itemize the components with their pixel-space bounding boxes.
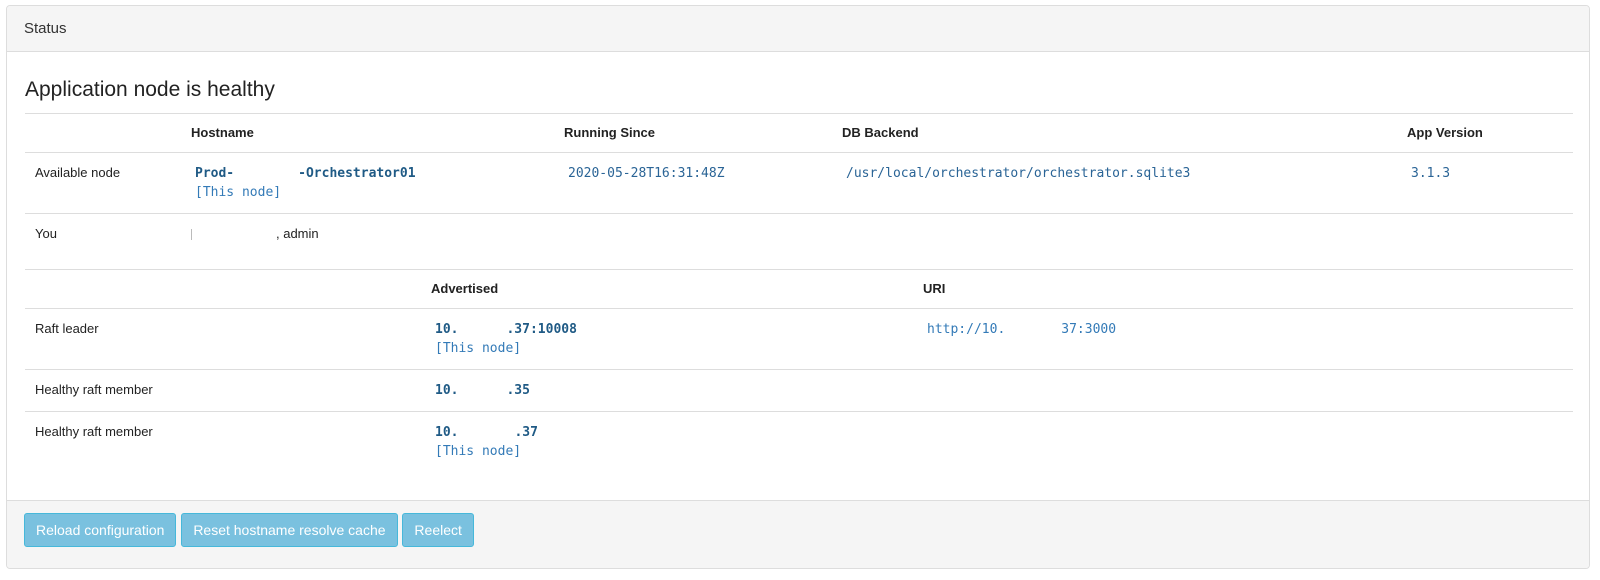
panel-footer: Reload configuration Reset hostname reso…	[7, 500, 1589, 568]
panel-body: Application node is healthy Hostname Run…	[7, 52, 1589, 498]
hostname-prefix: Prod-	[195, 166, 235, 181]
advertised-link[interactable]: 10. .35	[431, 383, 530, 398]
this-node-tag: [This node]	[195, 185, 282, 200]
col-header-db-backend: DB Backend	[832, 113, 1397, 153]
col-header-uri: URI	[913, 269, 1573, 309]
table-row: Healthy raft member 10. .37 [This node]	[25, 411, 1573, 472]
uri-link[interactable]: http://10. 37:3000	[923, 322, 1116, 337]
reelect-button[interactable]: Reelect	[402, 513, 474, 547]
reload-configuration-button[interactable]: Reload configuration	[24, 513, 177, 547]
table-row: Raft leader 10. .37:10008 [This node] htt…	[25, 309, 1573, 370]
hostname-suffix: -Orchestrator01	[298, 166, 416, 181]
panel-title: Status	[7, 6, 1589, 52]
you-label: You	[25, 213, 181, 275]
advertised-link[interactable]: 10. .37	[431, 425, 538, 440]
table-row: Healthy raft member 10. .35	[25, 369, 1573, 412]
raft-member-label: Healthy raft member	[25, 369, 421, 412]
col-header-label	[25, 269, 421, 309]
col-header-advertised: Advertised	[421, 269, 913, 309]
raft-member-label: Healthy raft member	[25, 411, 421, 472]
status-panel: Status Application node is healthy Hostn…	[6, 5, 1590, 569]
col-header-label	[25, 113, 181, 153]
table-row: Available node Prod- -Orchestrator01 [Thi…	[25, 153, 1573, 214]
available-node-label: Available node	[35, 165, 121, 180]
raft-table: Advertised URI Raft leader 10. .37:10008 …	[25, 269, 1573, 472]
hostname-link[interactable]: Prod- -Orchestrator01	[191, 166, 416, 181]
app-version-value: 3.1.3	[1411, 166, 1451, 181]
col-header-running-since: Running Since	[554, 113, 832, 153]
db-backend-value: /usr/local/orchestrator/orchestrator.sql…	[846, 166, 1191, 181]
hostname-cell: Prod- -Orchestrator01 [This node]	[181, 153, 554, 214]
running-since-value: 2020-05-28T16:31:48Z	[568, 166, 725, 181]
this-node-tag: [This node]	[435, 444, 522, 459]
nodes-table: Hostname Running Since DB Backend App Ve…	[25, 113, 1573, 275]
col-header-hostname: Hostname	[181, 113, 554, 153]
reset-hostname-cache-button[interactable]: Reset hostname resolve cache	[181, 513, 398, 547]
this-node-tag: [This node]	[435, 341, 522, 356]
col-header-app-version: App Version	[1397, 113, 1573, 153]
health-heading: Application node is healthy	[25, 78, 275, 101]
you-value: , admin	[276, 226, 319, 241]
advertised-link[interactable]: 10. .37:10008	[431, 322, 577, 337]
table-row: You , admin	[25, 213, 1573, 275]
you-cell: , admin	[181, 213, 1573, 275]
raft-leader-label: Raft leader	[35, 321, 99, 336]
